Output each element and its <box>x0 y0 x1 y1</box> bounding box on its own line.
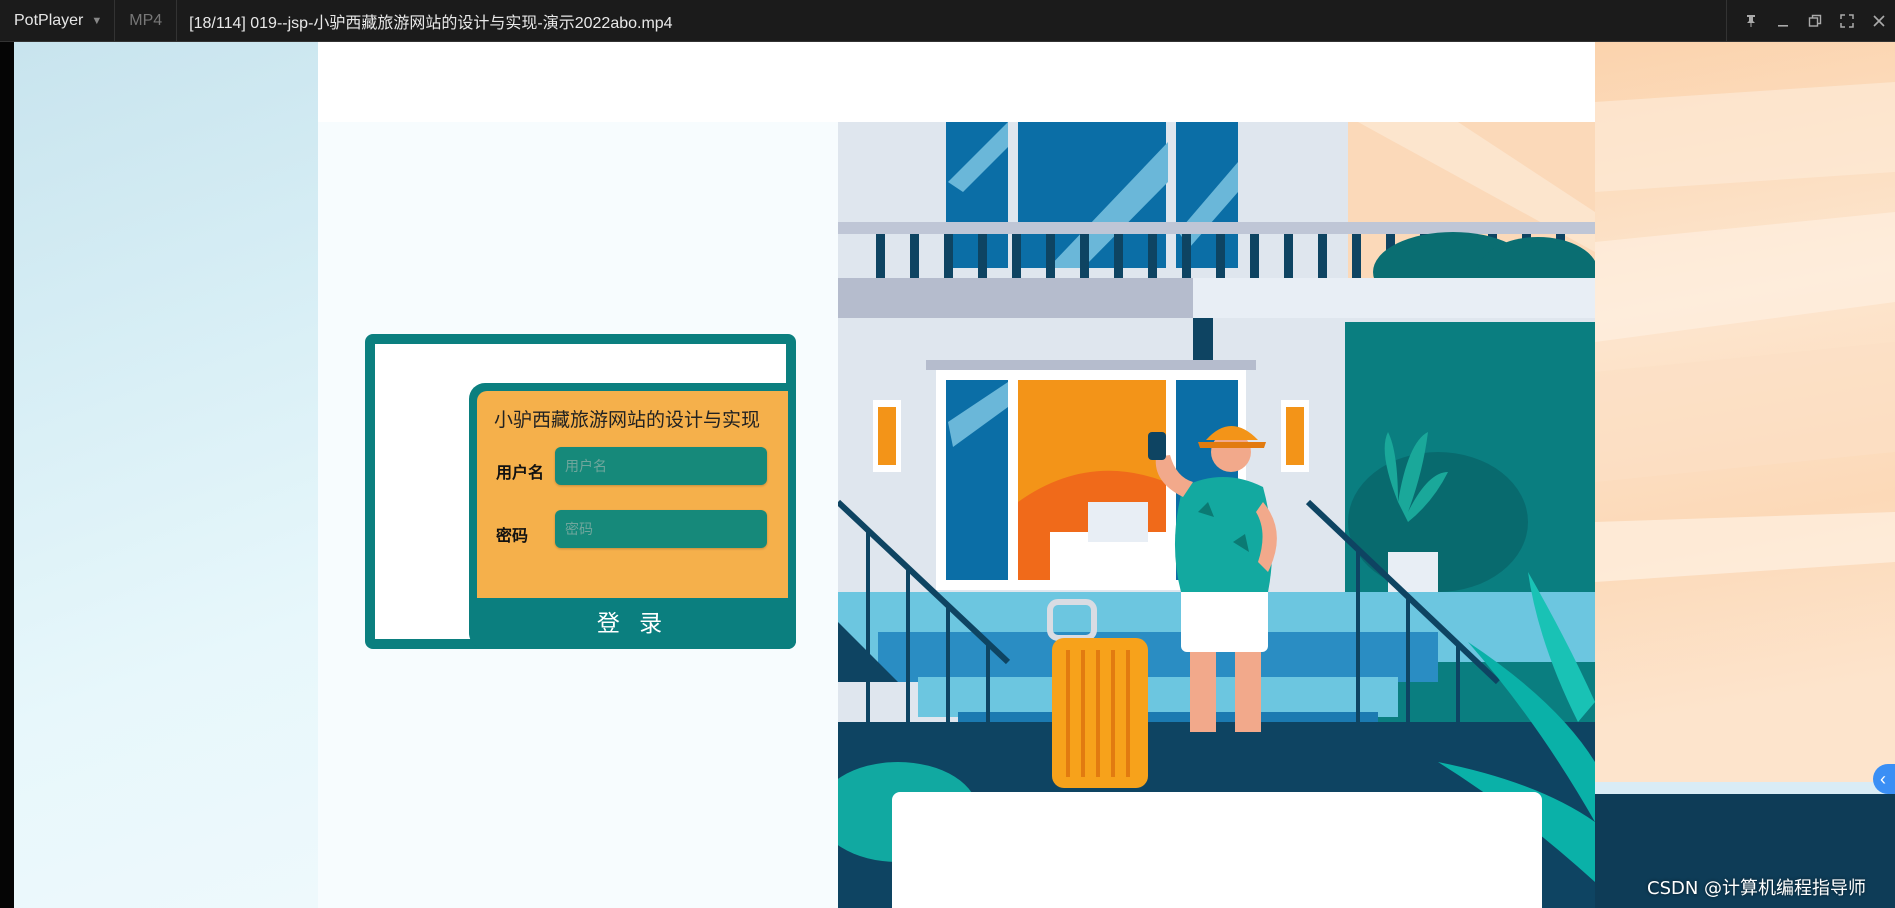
player-titlebar: PotPlayer ▼ MP4 [18/114] 019--jsp-小驴西藏旅游… <box>0 0 1895 42</box>
restore-icon[interactable] <box>1799 0 1831 41</box>
login-panel: 小驴西藏旅游网站的设计与实现 用户名 密码 登 录 <box>469 383 796 649</box>
password-input[interactable] <box>555 510 767 548</box>
minimize-icon[interactable] <box>1767 0 1799 41</box>
window-controls <box>1726 0 1895 41</box>
username-label: 用户名 <box>496 465 545 482</box>
app-name: PotPlayer <box>14 11 84 29</box>
background-right-divider <box>1595 782 1895 794</box>
site-title: 小驴西藏旅游网站的设计与实现 <box>494 410 761 431</box>
format-label: MP4 <box>115 0 178 41</box>
app-menu-button[interactable]: PotPlayer ▼ <box>0 0 116 41</box>
hero-illustration <box>838 122 1595 908</box>
page-header <box>318 42 1595 122</box>
close-icon[interactable] <box>1863 0 1895 41</box>
letterbox-strip <box>0 42 14 908</box>
login-card: 小驴西藏旅游网站的设计与实现 用户名 密码 登 录 <box>365 334 796 649</box>
background-right <box>1595 42 1895 908</box>
video-frame: 小驴西藏旅游网站的设计与实现 用户名 密码 登 录 <box>0 42 1895 908</box>
watermark-text: CSDN @计算机编程指导师 <box>1647 878 1867 899</box>
fullscreen-icon[interactable] <box>1831 0 1863 41</box>
chevron-left-icon[interactable]: ‹ <box>1873 764 1895 794</box>
background-left <box>14 42 318 908</box>
video-title: [18/114] 019--jsp-小驴西藏旅游网站的设计与实现-演示2022a… <box>189 14 673 32</box>
username-input[interactable] <box>555 447 767 485</box>
web-page: 小驴西藏旅游网站的设计与实现 用户名 密码 登 录 <box>318 42 1595 908</box>
chevron-down-icon: ▼ <box>91 14 103 27</box>
password-label: 密码 <box>496 528 529 545</box>
pin-icon[interactable] <box>1735 0 1767 41</box>
login-form: 小驴西藏旅游网站的设计与实现 用户名 密码 <box>477 391 788 598</box>
login-button[interactable]: 登 录 <box>477 598 788 644</box>
